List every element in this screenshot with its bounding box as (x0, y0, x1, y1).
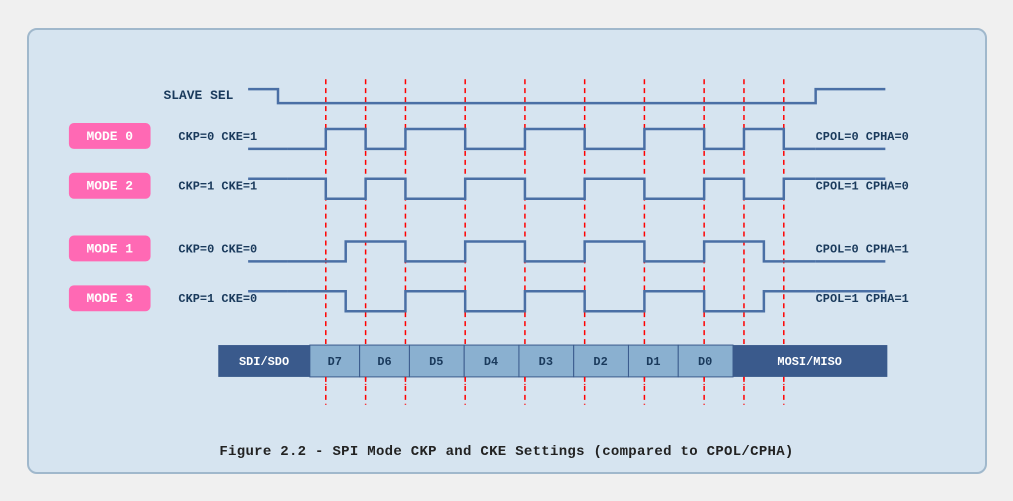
timing-diagram: SLAVE SEL MODE 0 CKP=0 CKE=1 CPOL=0 CPHA… (49, 48, 965, 438)
d5-label: D5 (429, 354, 443, 368)
mode0-label: MODE 0 (86, 128, 133, 143)
mode3-cpol: CPOL=1 CPHA=1 (815, 292, 908, 306)
mode0-params: CKP=0 CKE=1 (178, 129, 257, 143)
diagram-container: SLAVE SEL MODE 0 CKP=0 CKE=1 CPOL=0 CPHA… (27, 28, 987, 474)
mode2-cpol: CPOL=1 CPHA=0 (815, 179, 908, 193)
sdi-sdo-label: SDI/SDO (238, 354, 288, 368)
mode3-label: MODE 3 (86, 291, 133, 306)
d1-label: D1 (646, 354, 660, 368)
mode2-label: MODE 2 (86, 178, 133, 193)
figure-caption: Figure 2.2 - SPI Mode CKP and CKE Settin… (49, 444, 965, 460)
mode1-cpol: CPOL=0 CPHA=1 (815, 242, 908, 256)
d3-label: D3 (538, 354, 552, 368)
mosi-miso-label: MOSI/MISO (777, 354, 841, 368)
mode0-cpol: CPOL=0 CPHA=0 (815, 129, 908, 143)
d0-label: D0 (697, 354, 711, 368)
d7-label: D7 (327, 354, 341, 368)
d4-label: D4 (483, 354, 497, 368)
mode1-params: CKP=0 CKE=0 (178, 242, 257, 256)
mode3-params: CKP=1 CKE=0 (178, 292, 257, 306)
d2-label: D2 (593, 354, 607, 368)
slave-sel-label: SLAVE SEL (163, 88, 233, 103)
mode2-params: CKP=1 CKE=1 (178, 179, 257, 193)
diagram-area: SLAVE SEL MODE 0 CKP=0 CKE=1 CPOL=0 CPHA… (49, 48, 965, 438)
d6-label: D6 (377, 354, 391, 368)
mode1-label: MODE 1 (86, 241, 133, 256)
